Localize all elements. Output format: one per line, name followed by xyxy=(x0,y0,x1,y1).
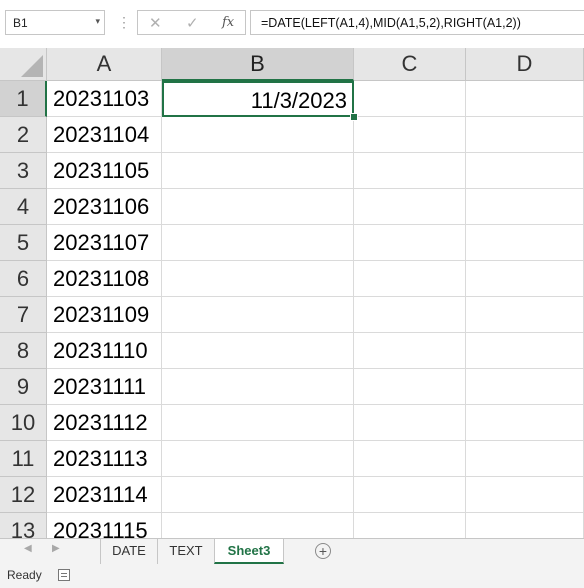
cell-c[interactable] xyxy=(354,153,466,189)
cell-c[interactable] xyxy=(354,297,466,333)
cell-c[interactable] xyxy=(354,441,466,477)
cell-c[interactable] xyxy=(354,261,466,297)
active-cell-b1[interactable]: 11/3/2023 xyxy=(162,81,354,117)
cell-d[interactable] xyxy=(466,333,584,369)
cell-c[interactable] xyxy=(354,81,466,117)
cell-b[interactable] xyxy=(162,513,354,538)
fill-handle[interactable] xyxy=(350,113,358,121)
row-header[interactable]: 9 xyxy=(0,369,47,405)
cell-a[interactable]: 20231115 xyxy=(47,513,162,538)
cell-b[interactable] xyxy=(162,369,354,405)
cell-b[interactable] xyxy=(162,153,354,189)
cell-d[interactable] xyxy=(466,81,584,117)
sheet-tabs-bar: ◀ ▶ DATE TEXT Sheet3 + xyxy=(0,538,584,564)
cell-d[interactable] xyxy=(466,369,584,405)
formula-text: =DATE(LEFT(A1,4),MID(A1,5,2),RIGHT(A1,2)… xyxy=(261,16,521,30)
cell-a[interactable]: 20231109 xyxy=(47,297,162,333)
cell-c[interactable] xyxy=(354,405,466,441)
formula-buttons: ✕ ✓ fx xyxy=(137,10,246,35)
cell-b[interactable] xyxy=(162,441,354,477)
cell-c[interactable] xyxy=(354,225,466,261)
tab-date[interactable]: DATE xyxy=(100,539,157,564)
add-sheet-icon[interactable]: + xyxy=(315,543,331,559)
cell-c[interactable] xyxy=(354,369,466,405)
formula-bar-resize-handle-icon[interactable]: ⋮ xyxy=(117,12,131,32)
cell-c[interactable] xyxy=(354,513,466,538)
column-header-b[interactable]: B xyxy=(162,48,354,81)
row-header[interactable]: 2 xyxy=(0,117,47,153)
row-header[interactable]: 1 xyxy=(0,81,47,117)
cell-b[interactable] xyxy=(162,405,354,441)
row-header[interactable]: 10 xyxy=(0,405,47,441)
cell-a[interactable]: 20231113 xyxy=(47,441,162,477)
cell-d[interactable] xyxy=(466,441,584,477)
cell-a[interactable]: 20231108 xyxy=(47,261,162,297)
cell-a[interactable]: 20231110 xyxy=(47,333,162,369)
cell-b[interactable] xyxy=(162,117,354,153)
cell-b[interactable] xyxy=(162,225,354,261)
scroll-tabs-left-icon[interactable]: ◀ xyxy=(24,543,32,554)
cell-d[interactable] xyxy=(466,477,584,513)
cell-d[interactable] xyxy=(466,261,584,297)
formula-bar: B1 ▾ ⋮ ✕ ✓ fx =DATE(LEFT(A1,4),MID(A1,5,… xyxy=(0,0,584,46)
row-header[interactable]: 11 xyxy=(0,441,47,477)
select-all-triangle-icon xyxy=(21,55,43,77)
tab-sheet3[interactable]: Sheet3 xyxy=(214,539,284,564)
cell-a[interactable]: 20231111 xyxy=(47,369,162,405)
cell-a[interactable]: 20231103 xyxy=(47,81,162,117)
cell-c[interactable] xyxy=(354,477,466,513)
cell-d[interactable] xyxy=(466,189,584,225)
cell-d[interactable] xyxy=(466,405,584,441)
scroll-tabs-right-icon[interactable]: ▶ xyxy=(52,543,60,554)
enter-icon[interactable]: ✓ xyxy=(186,14,199,32)
row-header[interactable]: 5 xyxy=(0,225,47,261)
cell-a[interactable]: 20231112 xyxy=(47,405,162,441)
cell-d[interactable] xyxy=(466,513,584,538)
macro-recording-icon[interactable] xyxy=(58,569,70,581)
row-header[interactable]: 6 xyxy=(0,261,47,297)
column-header-c[interactable]: C xyxy=(354,48,466,81)
row-header[interactable]: 13 xyxy=(0,513,47,538)
column-header-a[interactable]: A xyxy=(47,48,162,81)
name-box-value: B1 xyxy=(13,16,28,30)
cancel-icon[interactable]: ✕ xyxy=(149,14,162,32)
cell-d[interactable] xyxy=(466,225,584,261)
cell-d[interactable] xyxy=(466,117,584,153)
cell-a[interactable]: 20231105 xyxy=(47,153,162,189)
select-all-button[interactable] xyxy=(0,48,47,81)
status-ready: Ready xyxy=(7,568,42,582)
cell-b[interactable] xyxy=(162,477,354,513)
tab-text[interactable]: TEXT xyxy=(157,539,214,564)
cell-a[interactable]: 20231104 xyxy=(47,117,162,153)
cell-b[interactable] xyxy=(162,297,354,333)
cell-c[interactable] xyxy=(354,333,466,369)
cell-a[interactable]: 20231114 xyxy=(47,477,162,513)
column-header-d[interactable]: D xyxy=(466,48,584,81)
name-box[interactable]: B1 ▾ xyxy=(5,10,105,35)
row-header[interactable]: 7 xyxy=(0,297,47,333)
insert-function-icon[interactable]: fx xyxy=(222,15,234,30)
row-header[interactable]: 4 xyxy=(0,189,47,225)
cell-a[interactable]: 20231107 xyxy=(47,225,162,261)
cell-c[interactable] xyxy=(354,189,466,225)
cell-b[interactable] xyxy=(162,333,354,369)
cell-b[interactable] xyxy=(162,261,354,297)
name-box-dropdown-icon[interactable]: ▾ xyxy=(95,16,100,27)
row-header[interactable]: 3 xyxy=(0,153,47,189)
row-header[interactable]: 12 xyxy=(0,477,47,513)
row-header[interactable]: 8 xyxy=(0,333,47,369)
formula-input[interactable]: =DATE(LEFT(A1,4),MID(A1,5,2),RIGHT(A1,2)… xyxy=(250,10,584,35)
status-bar: Ready xyxy=(0,564,584,588)
cell-a[interactable]: 20231106 xyxy=(47,189,162,225)
cell-d[interactable] xyxy=(466,297,584,333)
worksheet-grid[interactable]: A B C D 1 20231103 11/3/2023 2 20231104 3 2023… xyxy=(0,48,584,538)
cell-d[interactable] xyxy=(466,153,584,189)
cell-b[interactable] xyxy=(162,189,354,225)
cell-c[interactable] xyxy=(354,117,466,153)
